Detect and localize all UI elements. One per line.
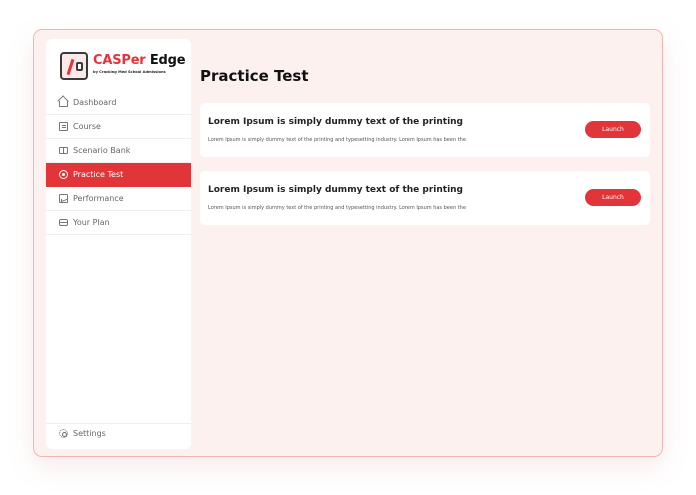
test-card-title: Lorem Ipsum is simply dummy text of the … [208,117,464,127]
chart-icon [59,194,68,203]
sidebar-item-course[interactable]: Course [46,115,191,139]
gear-icon [59,429,68,438]
settings-label: Settings [73,429,106,438]
sidebar-item-performance[interactable]: Performance [46,187,191,211]
sidebar: CASPer Edge by Cracking Med School Admis… [46,39,191,449]
launch-button[interactable]: Launch [585,121,641,138]
brand-name-accent: CASPer [93,53,146,68]
sidebar-item-your-plan[interactable]: Your Plan [46,211,191,235]
sidebar-item-practice-test[interactable]: Practice Test [46,163,191,187]
book-icon [59,122,68,131]
page-title: Practice Test [200,67,309,85]
brand-logo[interactable]: CASPer Edge by Cracking Med School Admis… [60,52,186,84]
open-book-icon [59,147,68,154]
test-card-description: Lorem Ipsum is simply dummy text of the … [208,205,466,211]
sidebar-item-dashboard[interactable]: Dashboard [46,91,191,115]
test-card: Lorem Ipsum is simply dummy text of the … [200,171,650,225]
sidebar-item-label: Dashboard [73,98,117,107]
target-icon [59,170,68,179]
app-window: CASPer Edge by Cracking Med School Admis… [33,29,663,457]
brand-name: CASPer Edge [93,53,186,68]
home-icon [59,101,68,107]
sidebar-item-scenario-bank[interactable]: Scenario Bank [46,139,191,163]
brand-name-rest: Edge [145,53,186,68]
sidebar-item-settings[interactable]: Settings [46,423,191,443]
sidebar-item-label: Your Plan [73,218,110,227]
launch-button[interactable]: Launch [585,189,641,206]
test-card-description: Lorem Ipsum is simply dummy text of the … [208,137,466,143]
plan-icon [59,219,68,226]
logo-mark-icon [60,52,88,80]
sidebar-nav: Dashboard Course Scenario Bank Practice … [46,91,191,235]
sidebar-item-label: Scenario Bank [73,146,131,155]
sidebar-item-label: Performance [73,194,124,203]
sidebar-item-label: Practice Test [73,170,124,179]
sidebar-item-label: Course [73,122,101,131]
test-card: Lorem Ipsum is simply dummy text of the … [200,103,650,157]
brand-tagline: by Cracking Med School Admissions [93,70,166,74]
test-card-title: Lorem Ipsum is simply dummy text of the … [208,185,464,195]
